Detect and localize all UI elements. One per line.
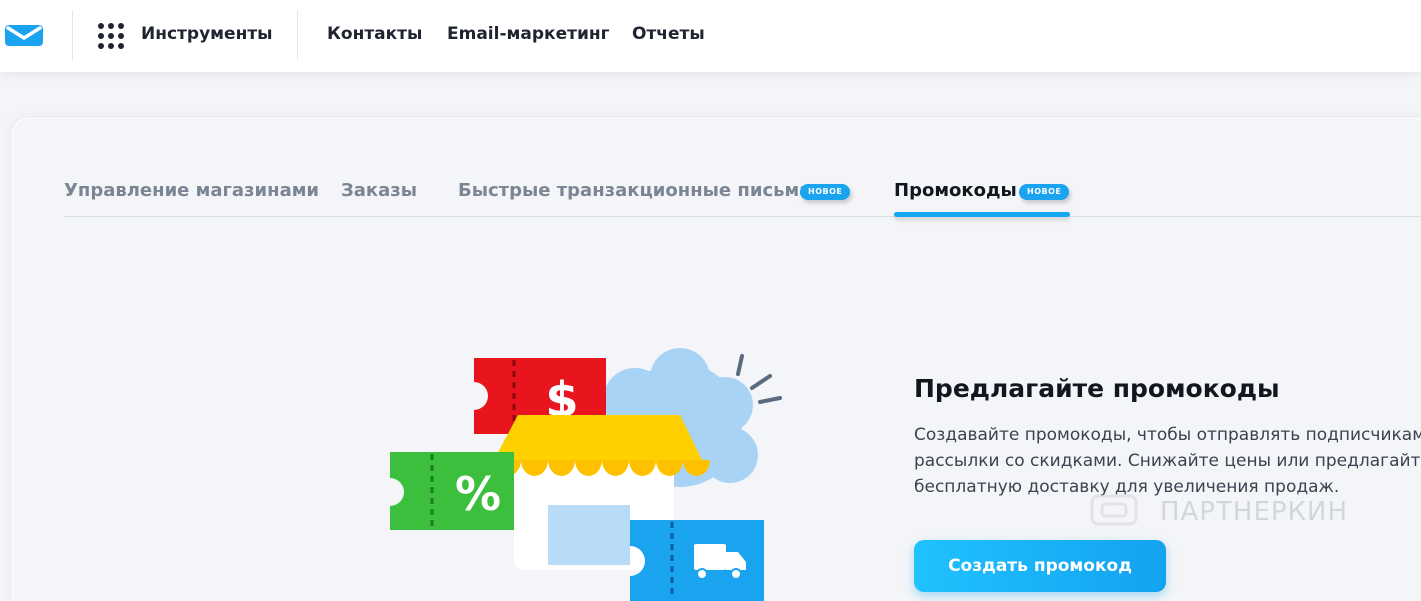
promo-description: Создавайте промокоды, чтобы отправлять п… [914,425,1421,497]
promo-title: Предлагайте промокоды [914,374,1280,403]
delivery-coupon-icon [630,520,764,601]
top-bar: Инструменты Контакты Email-маркетинг Отч… [0,0,1421,72]
new-badge: НОВОЕ [1019,184,1070,200]
tab-orders[interactable]: Заказы [341,180,417,201]
tab-store-management[interactable]: Управление магазинами [64,180,319,201]
nav-email-marketing[interactable]: Email-маркетинг [447,24,610,44]
divider [72,10,73,60]
promo-illustration: $ % [390,348,782,601]
nav-contacts[interactable]: Контакты [327,24,422,44]
tab-quick-transactional-emails[interactable]: Быстрые транзакционные письма [458,180,811,201]
watermark-text: ПАРТНЕРКИН [1160,497,1349,527]
active-tab-indicator [894,212,1070,217]
tools-menu[interactable]: Инструменты [141,24,273,44]
create-promo-code-button[interactable]: Создать промокод [914,540,1166,592]
nav-reports[interactable]: Отчеты [632,24,705,44]
svg-text:%: % [455,467,501,521]
new-badge: НОВОЕ [800,184,851,200]
logo-envelope-icon[interactable] [4,22,44,48]
percent-coupon-icon: % [390,452,514,530]
store-window-shape [548,505,630,565]
apps-grid-icon[interactable] [97,22,125,50]
tab-promo-codes[interactable]: Промокоды [894,180,1017,201]
divider [297,10,298,60]
tabs-divider [64,216,1421,217]
